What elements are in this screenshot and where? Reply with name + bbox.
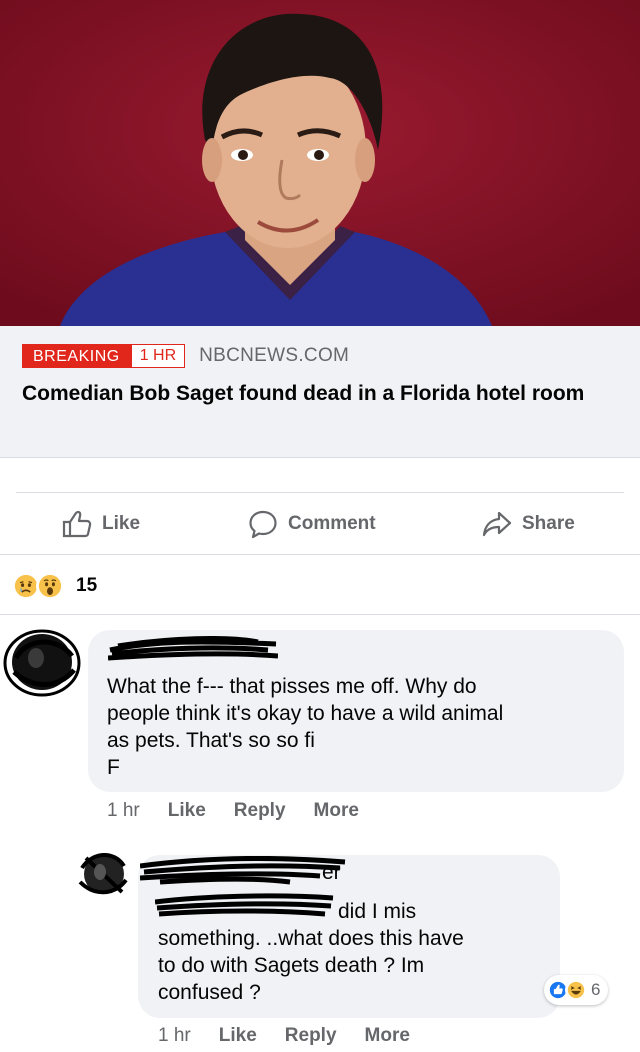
comment-more-button[interactable]: More [314,800,359,822]
reply-more-button[interactable]: More [365,1025,410,1047]
reaction-count: 15 [76,575,98,596]
redacted-author-name[interactable] [140,856,350,886]
comment-line: did I mis [158,898,548,925]
link-source: NBCNEWS.COM [199,345,350,366]
comment-reply-button[interactable]: Reply [234,800,286,822]
reply-reaction-count: 6 [591,980,601,999]
reaction-summary[interactable]: 15 [12,570,97,602]
comment-line: people think it's okay to have a wild an… [107,702,504,725]
comment-line: to do with Sagets death ? Im [158,954,425,977]
comment-line: confused ? [158,981,261,1004]
link-preview[interactable]: BREAKING 1 HR NBCNEWS.COM Comedian Bob S… [0,326,640,458]
link-headline[interactable]: Comedian Bob Saget found dead in a Flori… [22,378,622,410]
haha-reaction-icon [565,979,587,1001]
comment-line: as pets. That's so so fi [107,729,315,752]
preview-meta: BREAKING 1 HR NBCNEWS.COM [22,344,349,368]
wow-emoji-icon [36,572,64,600]
comment-meta: 1 hr Like Reply More [107,800,387,822]
portrait-image [0,0,640,326]
share-arrow-icon [482,511,512,537]
reply-text: did I mis something. ..what does this ha… [158,898,548,1006]
share-button[interactable]: Share [482,493,575,555]
divider [0,614,640,615]
reply-reaction-summary[interactable]: 6 [544,975,609,1005]
comment-like-button[interactable]: Like [168,800,206,822]
reply-reply-button[interactable]: Reply [285,1025,337,1047]
comment-button[interactable]: Comment [248,493,376,555]
redacted-author-name[interactable] [108,636,278,662]
reply-meta: 1 hr Like Reply More [158,1025,438,1047]
like-button[interactable]: Like [62,493,140,555]
comment-line: What the f--- that pisses me off. Why do [107,675,477,698]
comment-icon [249,510,277,539]
post-action-bar: Like Comment Share [0,493,640,555]
breaking-badge: BREAKING [22,344,131,368]
author-name-fragment: er [322,861,341,884]
comment-line: something. ..what does this have [158,927,464,950]
replier-avatar[interactable] [74,848,130,898]
time-badge: 1 HR [130,344,186,368]
comment-label: Comment [288,513,376,534]
comment-line: F [107,756,120,779]
commenter-avatar[interactable] [2,628,82,698]
comment-text: What the f--- that pisses me off. Why do… [107,673,617,781]
post-photo[interactable] [0,0,640,326]
like-label: Like [102,513,141,534]
comment-time: 1 hr [107,800,140,821]
reply-like-button[interactable]: Like [219,1025,257,1047]
share-label: Share [522,513,575,534]
thumbs-up-icon [62,510,92,538]
comment-line-text: did I mis [338,900,417,923]
reply-time: 1 hr [158,1025,191,1046]
